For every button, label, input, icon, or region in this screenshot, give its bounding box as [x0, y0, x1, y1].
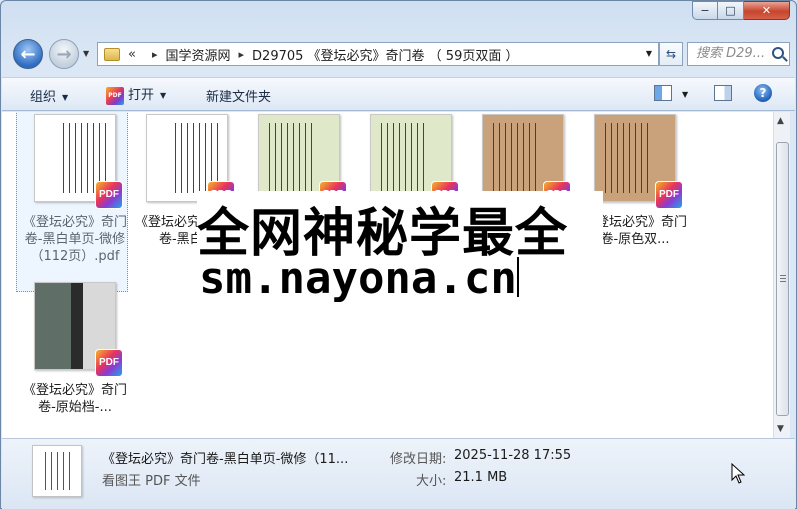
pdf-file-icon: PDF: [656, 182, 682, 208]
new-folder-button[interactable]: 新建文件夹: [206, 86, 271, 105]
organize-label: 组织: [30, 90, 57, 105]
breadcrumb-item[interactable]: 国学资源网: [166, 45, 231, 64]
help-icon[interactable]: ?: [754, 84, 772, 102]
preview-pane-icon[interactable]: [714, 85, 732, 101]
view-options-dropdown[interactable]: ▼: [682, 90, 688, 99]
change-view-icon[interactable]: [654, 85, 672, 101]
search-placeholder: 搜索 D29...: [696, 46, 766, 61]
vertical-scrollbar[interactable]: ▲ ▼: [773, 112, 790, 438]
scrollbar-grip-icon: [780, 275, 786, 282]
scroll-up-arrow[interactable]: ▲: [777, 116, 784, 126]
breadcrumb-item-current[interactable]: D29705 《登坛必究》奇门卷 （ 59页双面 ）: [252, 45, 518, 64]
command-bar: 组织 ▼ PDF 打开 ▼ 新建文件夹 ▼ ?: [2, 77, 795, 111]
file-item[interactable]: PDF 《登坛必究》奇门卷-黑白单页-微修（112页）.pdf: [16, 112, 130, 292]
details-size-label: 大小:: [416, 474, 447, 489]
file-name-label: 《登坛必究》奇门卷-原始档-...: [22, 383, 127, 415]
details-file-type: 看图王 PDF 文件: [102, 474, 201, 489]
search-input[interactable]: 搜索 D29...: [687, 42, 790, 66]
open-button[interactable]: PDF 打开 ▼: [106, 84, 166, 105]
text-cursor: [516, 257, 519, 297]
refresh-button[interactable]: ⇆: [659, 42, 683, 66]
address-bar[interactable]: « ▸ 国学资源网 ▸ D29705 《登坛必究》奇门卷 （ 59页双面 ） ▼: [97, 42, 659, 66]
explorer-window: − □ ✕ ← → ▼ « ▸ 国学资源网 ▸ D29705 《登坛必究》奇门卷…: [0, 0, 797, 509]
address-overflow-chevron[interactable]: «: [128, 47, 136, 62]
details-modified-label: 修改日期:: [390, 452, 447, 467]
search-icon[interactable]: [772, 47, 784, 59]
caption-buttons: − □ ✕: [692, 1, 790, 20]
details-pane: 《登坛必究》奇门卷-黑白单页-微修（11... 看图王 PDF 文件 修改日期:…: [2, 438, 795, 509]
minimize-button[interactable]: −: [692, 1, 718, 20]
watermark-url: sm.nayona.cn: [199, 253, 519, 304]
mouse-pointer-icon: [731, 463, 745, 484]
open-label: 打开: [128, 88, 155, 103]
scrollbar-thumb[interactable]: [776, 142, 789, 416]
scroll-down-arrow[interactable]: ▼: [777, 424, 784, 434]
details-modified-value: 2025-11-28 17:55: [454, 448, 572, 463]
details-thumbnail: [32, 445, 82, 497]
organize-button[interactable]: 组织 ▼: [30, 86, 68, 105]
close-button[interactable]: ✕: [744, 1, 790, 20]
file-item[interactable]: PDF 《登坛必究》奇门卷-原始档-...: [20, 282, 130, 416]
file-thumbnail: PDF: [30, 282, 122, 376]
refresh-icon: ⇆: [665, 47, 677, 61]
address-dropdown-icon[interactable]: ▼: [646, 49, 652, 58]
pdf-file-icon: PDF: [96, 350, 122, 376]
file-thumbnail: PDF: [30, 114, 122, 208]
folder-icon: [104, 47, 120, 61]
forward-arrow-icon: →: [56, 43, 72, 65]
navigation-bar: ← → ▼ « ▸ 国学资源网 ▸ D29705 《登坛必究》奇门卷 （ 59页…: [9, 37, 790, 69]
file-thumbnail: PDF: [590, 114, 682, 208]
breadcrumb-separator-icon[interactable]: ▸: [152, 48, 158, 61]
breadcrumb-separator-icon[interactable]: ▸: [239, 48, 245, 61]
watermark-overlay: 全网神秘学最全 sm.nayona.cn: [197, 191, 603, 313]
pdf-app-icon: PDF: [106, 86, 124, 105]
forward-button[interactable]: →: [49, 39, 79, 69]
chevron-down-icon: ▼: [62, 93, 69, 102]
chevron-down-icon: ▼: [160, 91, 167, 100]
pdf-file-icon: PDF: [96, 182, 122, 208]
maximize-button[interactable]: □: [718, 1, 744, 20]
back-arrow-icon: ←: [20, 43, 36, 65]
back-button[interactable]: ←: [13, 39, 43, 69]
recent-pages-dropdown[interactable]: ▼: [83, 49, 89, 58]
details-size-value: 21.1 MB: [454, 470, 508, 485]
details-file-name: 《登坛必究》奇门卷-黑白单页-微修（11...: [102, 452, 349, 467]
